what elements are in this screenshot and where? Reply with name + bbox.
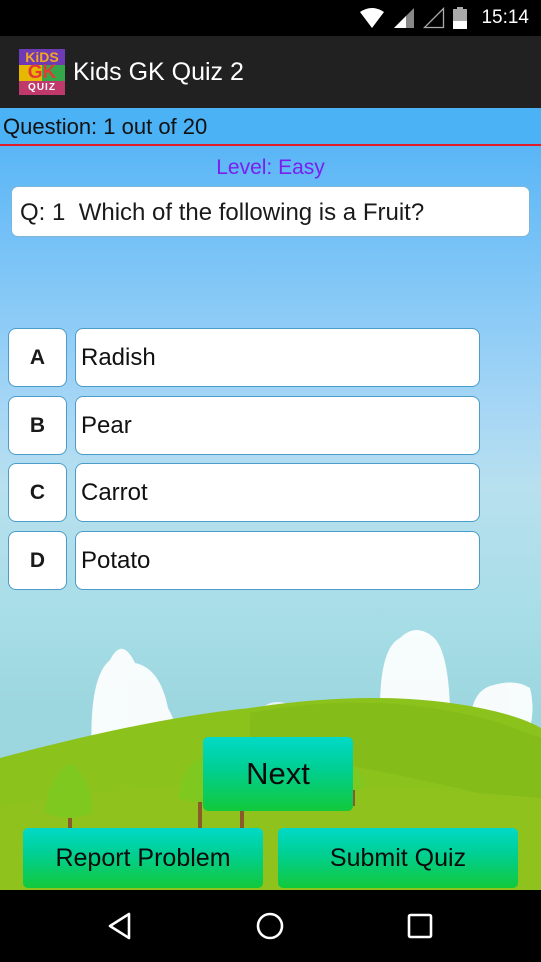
option-answer[interactable]: Radish [75,328,480,387]
option-b[interactable]: B Pear [8,396,480,455]
option-letter[interactable]: D [8,531,67,590]
recent-apps-icon[interactable] [402,908,438,944]
app-logo-icon: KiDS GK QUIZ [19,49,65,95]
app-logo-text-quiz: QUIZ [28,82,56,93]
submit-quiz-button[interactable]: Submit Quiz [278,828,518,888]
back-icon[interactable] [102,908,138,944]
option-d[interactable]: D Potato [8,531,480,590]
clock-time: 15:14 [481,7,529,28]
option-letter[interactable]: A [8,328,67,387]
signal-empty-icon [423,7,445,29]
option-answer[interactable]: Carrot [75,463,480,522]
question-text: Q: 1 Which of the following is a Fruit? [11,186,530,237]
option-letter[interactable]: C [8,463,67,522]
question-progress: Question: 1 out of 20 [0,108,541,146]
status-bar: 15:14 [0,0,541,36]
quiz-content: Question: 1 out of 20 Level: Easy Q: 1 W… [0,108,541,890]
signal-icon [393,7,415,29]
battery-icon [453,7,468,29]
option-a[interactable]: A Radish [8,328,480,387]
status-icons: 15:14 [359,6,529,30]
app-title: Kids GK Quiz 2 [73,57,244,86]
option-c[interactable]: C Carrot [8,463,480,522]
home-icon[interactable] [252,908,288,944]
app-logo-text-gk: GK [27,62,57,83]
report-problem-button[interactable]: Report Problem [23,828,263,888]
option-answer[interactable]: Pear [75,396,480,455]
wifi-icon [359,7,385,29]
option-answer[interactable]: Potato [75,531,480,590]
action-bar: KiDS GK QUIZ Kids GK Quiz 2 [0,36,541,108]
level-label: Level: Easy [216,156,325,179]
navigation-bar [0,890,541,962]
next-button[interactable]: Next [203,737,353,811]
option-letter[interactable]: B [8,396,67,455]
